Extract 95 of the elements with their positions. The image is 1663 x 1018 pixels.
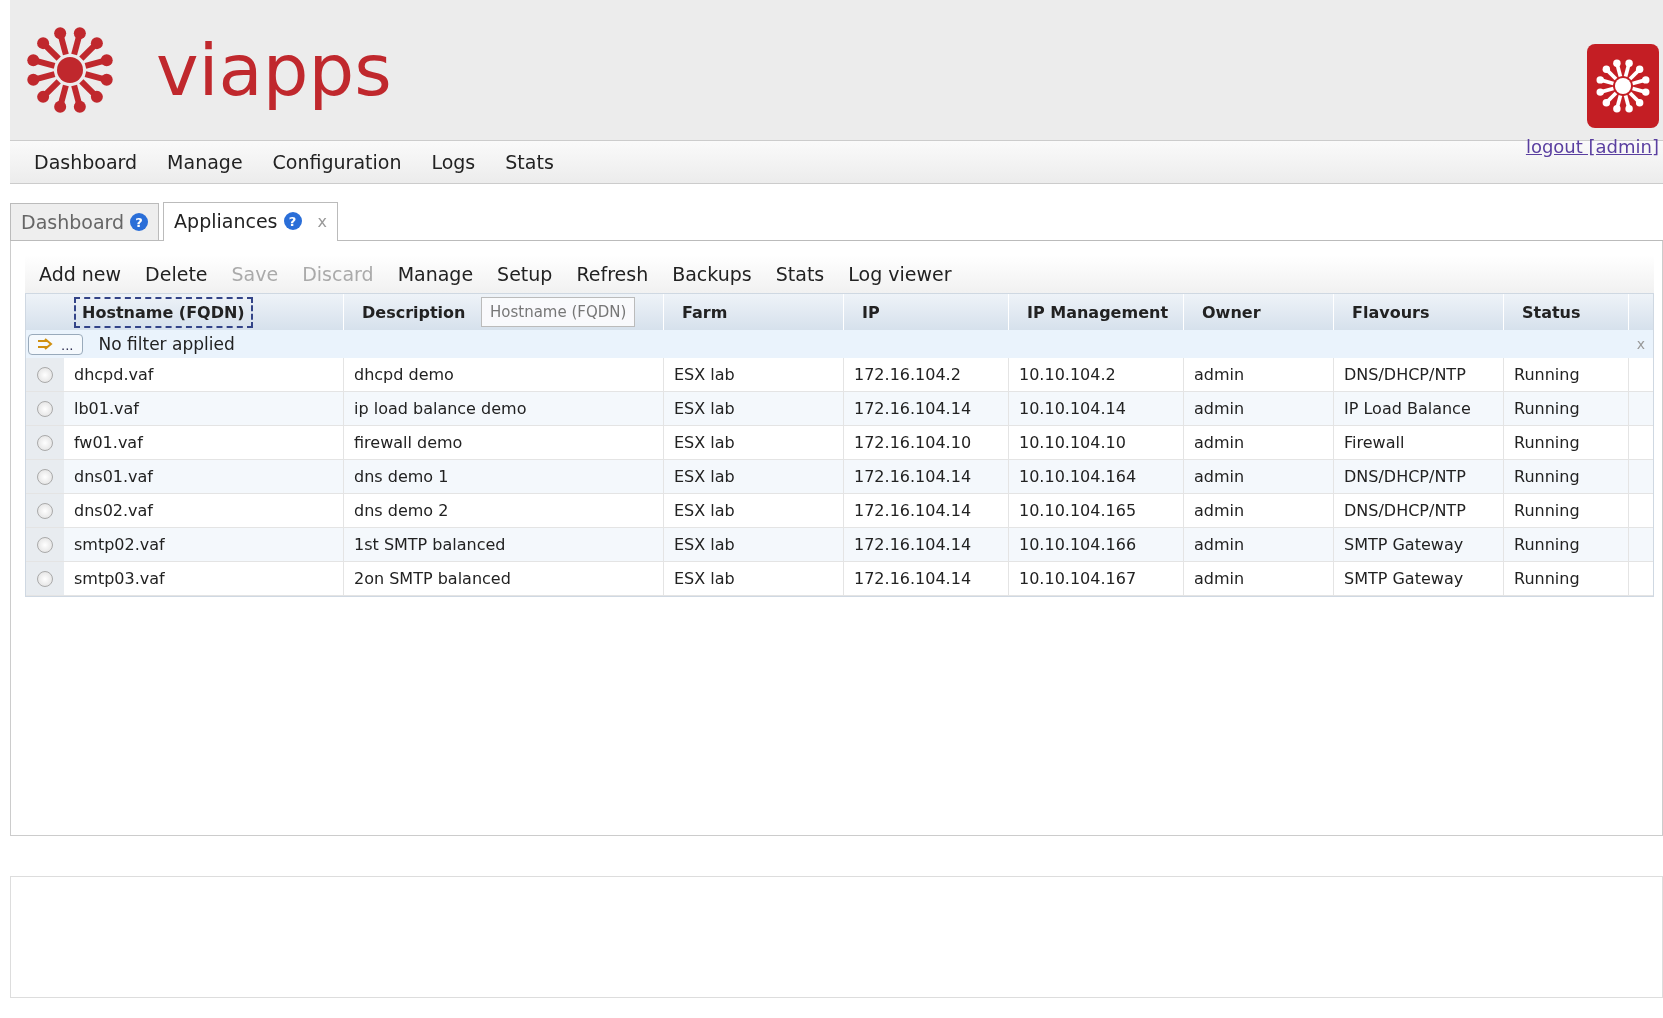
- table-cell: ESX lab: [664, 562, 844, 595]
- row-radio[interactable]: [37, 502, 53, 519]
- table-cell: 172.16.104.14: [844, 392, 1009, 425]
- brand-name: viapps: [156, 28, 392, 112]
- table-cell: admin: [1184, 426, 1334, 459]
- table-cell: admin: [1184, 562, 1334, 595]
- table-cell: dns demo 1: [344, 460, 664, 493]
- table-cell: 10.10.104.14: [1009, 392, 1184, 425]
- table-cell: 10.10.104.165: [1009, 494, 1184, 527]
- table-cell: ESX lab: [664, 392, 844, 425]
- drag-tooltip: Hostname (FQDN): [481, 297, 636, 327]
- row-radio[interactable]: [37, 366, 53, 383]
- table-cell: Firewall: [1334, 426, 1504, 459]
- toolbar-button[interactable]: Manage: [387, 261, 484, 287]
- table-cell: 172.16.104.14: [844, 460, 1009, 493]
- column-header[interactable]: Description: [354, 296, 474, 328]
- filter-button[interactable]: ...: [28, 333, 83, 355]
- table-cell: 1st SMTP balanced: [344, 528, 664, 561]
- help-icon[interactable]: ?: [283, 212, 302, 230]
- help-icon[interactable]: ?: [130, 213, 149, 231]
- table-cell: Running: [1504, 494, 1629, 527]
- row-radio[interactable]: [37, 468, 53, 485]
- table-cell: firewall demo: [344, 426, 664, 459]
- menu-item[interactable]: Manage: [155, 147, 255, 177]
- toolbar-button[interactable]: Backups: [662, 261, 762, 287]
- table-cell: SMTP Gateway: [1334, 562, 1504, 595]
- table-cell: 172.16.104.14: [844, 562, 1009, 595]
- table-cell: Running: [1504, 528, 1629, 561]
- filter-arrow-icon: [37, 338, 55, 350]
- tab[interactable]: Dashboard: [21, 211, 125, 233]
- table-cell: dns02.vaf: [64, 494, 344, 527]
- table-cell: SMTP Gateway: [1334, 528, 1504, 561]
- table-cell: 172.16.104.14: [844, 528, 1009, 561]
- table-cell: admin: [1184, 494, 1334, 527]
- table-cell: ESX lab: [664, 426, 844, 459]
- table-cell: DNS/DHCP/NTP: [1334, 494, 1504, 527]
- table-cell: ip load balance demo: [344, 392, 664, 425]
- toolbar-button[interactable]: Refresh: [566, 261, 659, 287]
- table-cell: DNS/DHCP/NTP: [1334, 358, 1504, 391]
- toolbar-button[interactable]: Delete: [135, 261, 218, 287]
- row-radio[interactable]: [37, 536, 53, 553]
- table-cell: fw01.vaf: [64, 426, 344, 459]
- column-header[interactable]: Hostname (FQDN): [74, 296, 253, 328]
- toolbar-button[interactable]: Log viewer: [838, 261, 962, 287]
- tab[interactable]: Appliances: [174, 210, 278, 232]
- menu-item[interactable]: Logs: [419, 147, 488, 177]
- table-cell: ESX lab: [664, 494, 844, 527]
- table-cell: lb01.vaf: [64, 392, 344, 425]
- table-cell: IP Load Balance: [1334, 392, 1504, 425]
- table-cell: 172.16.104.14: [844, 494, 1009, 527]
- table-cell: smtp02.vaf: [64, 528, 344, 561]
- table-cell: Running: [1504, 392, 1629, 425]
- column-header[interactable]: Flavours: [1344, 296, 1438, 328]
- menu-item[interactable]: Dashboard: [22, 147, 150, 177]
- table-cell: admin: [1184, 392, 1334, 425]
- table-cell: Running: [1504, 426, 1629, 459]
- table-cell: dns01.vaf: [64, 460, 344, 493]
- table-cell: smtp03.vaf: [64, 562, 344, 595]
- table-cell: admin: [1184, 460, 1334, 493]
- table-cell: ESX lab: [664, 460, 844, 493]
- row-radio[interactable]: [37, 434, 53, 451]
- row-radio[interactable]: [37, 400, 53, 417]
- table-cell: 10.10.104.167: [1009, 562, 1184, 595]
- table-cell: ESX lab: [664, 358, 844, 391]
- menu-item[interactable]: Stats: [493, 147, 566, 177]
- column-header[interactable]: Owner: [1194, 296, 1269, 328]
- table-cell: 10.10.104.166: [1009, 528, 1184, 561]
- table-cell: 2on SMTP balanced: [344, 562, 664, 595]
- table-cell: 172.16.104.10: [844, 426, 1009, 459]
- menu-item[interactable]: Configuration: [260, 147, 414, 177]
- app-logo-icon: [1587, 43, 1659, 128]
- table-cell: admin: [1184, 358, 1334, 391]
- column-header[interactable]: Farm: [674, 296, 736, 328]
- table-cell: 10.10.104.2: [1009, 358, 1184, 391]
- table-cell: dhcpd.vaf: [64, 358, 344, 391]
- toolbar-button[interactable]: Setup: [487, 261, 563, 287]
- table-cell: DNS/DHCP/NTP: [1334, 460, 1504, 493]
- table-cell: 10.10.104.164: [1009, 460, 1184, 493]
- logout-link[interactable]: logout [admin]: [1525, 135, 1659, 157]
- table-cell: Running: [1504, 460, 1629, 493]
- table-cell: dns demo 2: [344, 494, 664, 527]
- table-cell: 10.10.104.10: [1009, 426, 1184, 459]
- table-cell: Running: [1504, 358, 1629, 391]
- column-header[interactable]: Status: [1514, 296, 1589, 328]
- table-cell: ESX lab: [664, 528, 844, 561]
- column-header[interactable]: IP: [854, 296, 888, 328]
- table-cell: Running: [1504, 562, 1629, 595]
- table-cell: admin: [1184, 528, 1334, 561]
- table-cell: dhcpd demo: [344, 358, 664, 391]
- column-header[interactable]: IP Management: [1019, 296, 1177, 328]
- row-radio[interactable]: [37, 570, 53, 587]
- toolbar-button[interactable]: Stats: [765, 261, 835, 287]
- filter-status: No filter applied: [98, 334, 235, 354]
- table-cell: 172.16.104.2: [844, 358, 1009, 391]
- toolbar-button[interactable]: Add new: [29, 261, 132, 287]
